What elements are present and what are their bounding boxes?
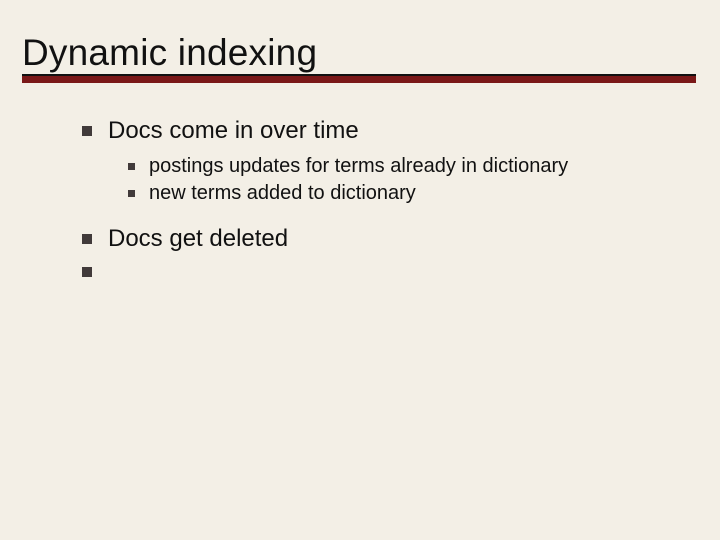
bullet-text: new terms added to dictionary — [149, 182, 416, 205]
square-bullet-icon — [128, 163, 135, 170]
bullet-l2: new terms added to dictionary — [128, 182, 680, 205]
title-area: Dynamic indexing — [0, 0, 720, 74]
title-rule-accent — [22, 76, 696, 83]
bullet-l2: postings updates for terms already in di… — [128, 155, 680, 178]
square-bullet-icon — [82, 234, 92, 244]
bullet-text: Docs come in over time — [108, 117, 359, 145]
spacer — [82, 209, 680, 221]
slide-title: Dynamic indexing — [22, 32, 720, 74]
slide-content: Docs come in over time postings updates … — [0, 83, 720, 277]
bullet-l1-empty — [82, 267, 680, 277]
square-bullet-icon — [82, 126, 92, 136]
square-bullet-icon — [82, 267, 92, 277]
bullet-text: postings updates for terms already in di… — [149, 155, 568, 178]
bullet-l1: Docs get deleted — [82, 225, 680, 253]
bullet-text: Docs get deleted — [108, 225, 288, 253]
bullet-l1: Docs come in over time — [82, 117, 680, 145]
square-bullet-icon — [128, 190, 135, 197]
